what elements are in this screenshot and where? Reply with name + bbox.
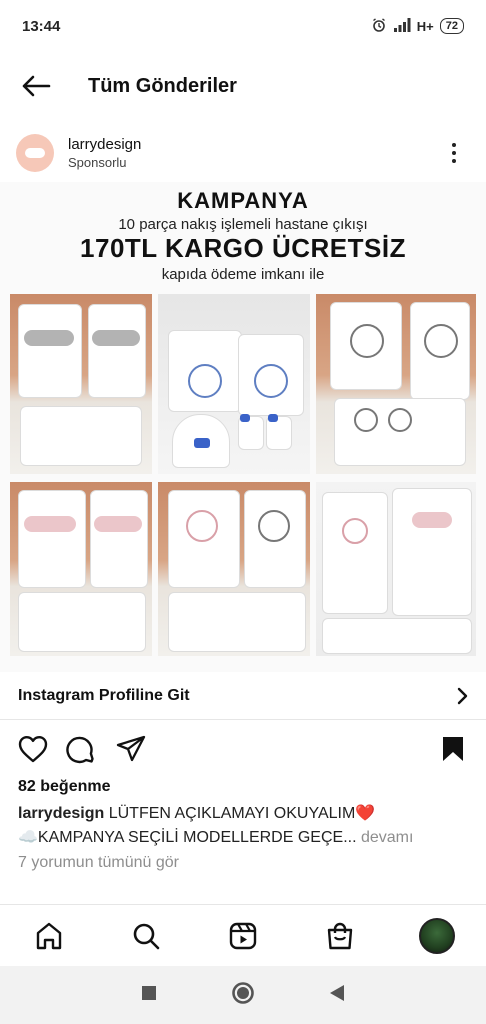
caption-text: LÜTFEN AÇIKLAMAYI OKUYALIM bbox=[108, 805, 356, 822]
post-actions bbox=[0, 728, 486, 772]
caption-more-link[interactable]: devamı bbox=[361, 829, 413, 846]
more-options-button[interactable] bbox=[444, 138, 464, 168]
image-text-campaign: KAMPANYA bbox=[177, 188, 309, 213]
shop-icon bbox=[327, 922, 353, 950]
comment-button[interactable] bbox=[64, 732, 98, 766]
nav-shop[interactable] bbox=[320, 916, 360, 956]
nav-reels[interactable] bbox=[223, 916, 263, 956]
back-system-button[interactable] bbox=[329, 984, 345, 1007]
like-button[interactable] bbox=[16, 732, 50, 766]
profile-cta-label: Instagram Profiline Git bbox=[18, 686, 190, 704]
square-icon bbox=[142, 985, 156, 1000]
image-text-price: 170TL KARGO ÜCRETSİZ bbox=[80, 233, 406, 263]
image-text-payment: kapıda ödeme imkanı ile bbox=[161, 266, 325, 283]
product-photo bbox=[316, 482, 476, 656]
save-button[interactable] bbox=[436, 732, 470, 766]
profile-avatar bbox=[419, 918, 456, 954]
reels-icon bbox=[229, 922, 257, 950]
image-text-subtitle: 10 parça nakış işlemeli hastane çıkışı bbox=[118, 216, 368, 233]
caption-username[interactable]: larrydesign bbox=[18, 805, 104, 822]
heart-icon bbox=[18, 736, 48, 763]
page-title: Tüm Gönderiler bbox=[88, 74, 237, 97]
top-bar: Tüm Gönderiler bbox=[0, 58, 486, 114]
product-photo-grid bbox=[10, 294, 476, 658]
comment-icon bbox=[66, 736, 94, 764]
more-dot-icon bbox=[452, 143, 456, 147]
image-headline: KAMPANYA 10 parça nakış işlemeli hastane… bbox=[0, 188, 486, 283]
home-system-button[interactable] bbox=[231, 981, 255, 1010]
nav-profile[interactable] bbox=[417, 916, 457, 956]
heart-emoji-icon: ❤️ bbox=[355, 805, 376, 822]
product-photo bbox=[10, 294, 152, 474]
back-button[interactable] bbox=[14, 64, 58, 108]
chevron-right-icon bbox=[457, 687, 468, 704]
account-name[interactable]: larrydesign bbox=[68, 136, 141, 153]
send-icon bbox=[116, 735, 146, 762]
post-caption: larrydesign LÜTFEN AÇIKLAMAYI OKUYALIM❤️… bbox=[18, 802, 468, 850]
nav-search[interactable] bbox=[126, 916, 166, 956]
system-navigation bbox=[0, 966, 486, 1024]
product-photo bbox=[10, 482, 152, 656]
more-dot-icon bbox=[452, 159, 456, 163]
more-dot-icon bbox=[452, 151, 456, 155]
product-photo bbox=[316, 294, 476, 474]
profile-cta-link[interactable]: Instagram Profiline Git bbox=[0, 672, 486, 720]
status-bar: 13:44 H+ 72 bbox=[0, 0, 486, 52]
product-photo bbox=[158, 482, 310, 656]
battery-indicator: 72 bbox=[439, 18, 464, 34]
circle-icon bbox=[232, 981, 254, 1004]
search-icon bbox=[133, 923, 160, 950]
nav-home[interactable] bbox=[29, 916, 69, 956]
arrow-left-icon bbox=[22, 75, 51, 97]
bookmark-icon bbox=[443, 737, 463, 761]
recents-button[interactable] bbox=[141, 985, 157, 1006]
product-photo bbox=[158, 294, 310, 474]
cloud-icon bbox=[25, 148, 45, 158]
signal-icon bbox=[393, 17, 411, 35]
post-header: larrydesign Sponsorlu bbox=[0, 126, 486, 180]
bottom-navigation bbox=[0, 904, 486, 967]
post-image[interactable]: KAMPANYA 10 parça nakış işlemeli hastane… bbox=[0, 182, 486, 672]
account-info: larrydesign Sponsorlu bbox=[68, 136, 141, 170]
like-count[interactable]: 82 beğenme bbox=[18, 778, 110, 796]
network-type: H+ bbox=[416, 18, 434, 34]
share-button[interactable] bbox=[114, 732, 148, 766]
status-time: 13:44 bbox=[22, 17, 61, 35]
caption-text-line2: KAMPANYA SEÇİLİ MODELLERDE GEÇE... bbox=[37, 829, 357, 846]
account-avatar[interactable] bbox=[16, 134, 54, 172]
home-icon bbox=[36, 922, 61, 950]
status-icons: H+ 72 bbox=[371, 17, 464, 36]
cloud-emoji-icon: ☁️ bbox=[18, 829, 38, 846]
sponsored-label: Sponsorlu bbox=[68, 155, 127, 170]
alarm-icon bbox=[371, 17, 387, 36]
triangle-back-icon bbox=[330, 984, 344, 1001]
view-all-comments-link[interactable]: 7 yorumun tümünü gör bbox=[18, 854, 179, 872]
